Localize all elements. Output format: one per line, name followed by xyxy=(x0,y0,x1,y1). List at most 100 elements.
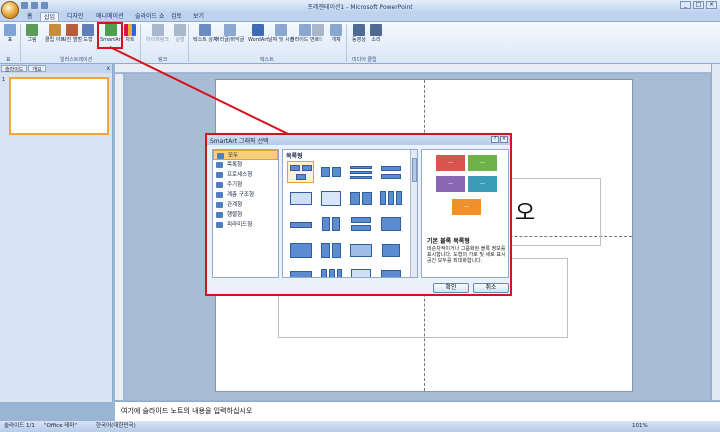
layout-item[interactable] xyxy=(317,265,344,277)
ribbon-tabs: 홈 삽입 디자인 애니메이션 슬라이드 쇼 검토 보기 xyxy=(0,11,720,21)
header-footer-icon xyxy=(223,24,236,36)
layout-item[interactable] xyxy=(287,239,314,261)
category-relationship[interactable]: 관계형 xyxy=(213,200,278,210)
layout-item[interactable] xyxy=(377,239,404,261)
tab-design[interactable]: 디자인 xyxy=(64,12,87,21)
layout-preview: — — — — — 기본 블록 목록형 비순차적이거나 그룹화된 블록 정보를 … xyxy=(421,149,509,278)
status-language: 한국어(대한민국) xyxy=(96,423,136,429)
category-pyramid[interactable]: 피라미드형 xyxy=(213,220,278,230)
clipart-icon xyxy=(49,24,61,36)
layout-item[interactable] xyxy=(317,239,344,261)
category-hierarchy[interactable]: 계층 구조형 xyxy=(213,190,278,200)
picture-icon xyxy=(26,24,38,36)
object-button[interactable]: 개체 xyxy=(330,24,342,43)
maximize-icon[interactable]: □ xyxy=(693,1,704,9)
vertical-ruler xyxy=(115,74,124,400)
layout-item[interactable] xyxy=(347,239,374,261)
layout-item[interactable] xyxy=(317,161,344,183)
minimize-icon[interactable]: _ xyxy=(680,1,691,9)
layout-item[interactable] xyxy=(377,213,404,235)
slides-pane: 슬라이드 개요 x 1 xyxy=(0,64,113,402)
category-list-type[interactable]: 목록형 xyxy=(213,160,278,170)
category-all[interactable]: 모두 xyxy=(213,150,278,160)
office-button[interactable] xyxy=(1,1,19,19)
table-button[interactable]: 표 xyxy=(4,24,16,43)
window-title: 프레젠테이션1 - Microsoft PowerPoint xyxy=(307,4,413,11)
tab-insert[interactable]: 삽입 xyxy=(40,12,60,21)
vertical-scrollbar[interactable] xyxy=(711,64,720,400)
tab-slides[interactable]: 슬라이드 xyxy=(1,65,28,73)
preview-box: — xyxy=(451,198,482,216)
header-footer-button[interactable]: 머리글/바닥글 xyxy=(215,24,244,43)
wordart-button[interactable]: WordArt xyxy=(248,24,268,43)
slide-thumbnail[interactable] xyxy=(9,77,109,135)
notes-placeholder: 여기에 슬라이드 노트의 내용을 입력하십시오 xyxy=(121,407,253,415)
layout-item[interactable] xyxy=(287,187,314,209)
tab-home[interactable]: 홈 xyxy=(24,12,36,21)
notes-pane[interactable]: 여기에 슬라이드 노트의 내용을 입력하십시오 xyxy=(115,401,720,421)
hierarchy-icon xyxy=(216,192,223,198)
layout-item[interactable] xyxy=(377,161,404,183)
layout-item[interactable] xyxy=(377,187,404,209)
layout-gallery: 목록형 xyxy=(282,149,418,278)
chart-button[interactable]: 차트 xyxy=(124,24,136,43)
layout-item[interactable] xyxy=(317,187,344,209)
tab-view[interactable]: 보기 xyxy=(190,12,207,21)
help-icon[interactable]: ? xyxy=(491,136,499,143)
save-icon[interactable] xyxy=(21,2,28,9)
category-matrix[interactable]: 행렬형 xyxy=(213,210,278,220)
tab-animation[interactable]: 애니메이션 xyxy=(93,12,127,21)
matrix-icon xyxy=(216,212,223,218)
all-icon xyxy=(217,153,224,159)
action-icon xyxy=(174,24,186,36)
tab-outline[interactable]: 개요 xyxy=(28,65,46,73)
action-button[interactable]: 실행 xyxy=(174,24,186,43)
close-icon[interactable]: × xyxy=(706,1,717,9)
textbox-button[interactable]: 텍스트 상자 xyxy=(193,24,218,43)
picture-button[interactable]: 그림 xyxy=(26,24,38,43)
category-cycle[interactable]: 주기형 xyxy=(213,180,278,190)
smartart-dialog: SmartArt 그래픽 선택 ? × 모두 목록형 프로세스형 주기형 계층 … xyxy=(205,133,512,296)
symbol-button[interactable]: 기호 xyxy=(312,24,324,43)
title-bar: 프레젠테이션1 - Microsoft PowerPoint _ □ × xyxy=(0,0,720,11)
layout-item[interactable] xyxy=(347,265,374,277)
photo-album-button[interactable]: 사진 앨범 xyxy=(62,24,82,43)
dialog-title-bar: SmartArt 그래픽 선택 ? × xyxy=(207,135,510,145)
layout-item[interactable] xyxy=(347,187,374,209)
gallery-heading: 목록형 xyxy=(286,153,303,160)
group-links: 링크 xyxy=(158,57,168,63)
shapes-icon xyxy=(82,24,94,36)
pyramid-icon xyxy=(216,222,223,228)
preview-box: — xyxy=(467,154,498,172)
placeholder-text: 오 xyxy=(515,201,536,226)
hyperlink-button[interactable]: 하이퍼링크 xyxy=(146,24,169,43)
layout-basic-block-list[interactable] xyxy=(287,161,314,183)
sound-button[interactable]: 소리 xyxy=(370,24,382,43)
ok-button[interactable]: 확인 xyxy=(433,283,469,293)
preview-box: — xyxy=(435,154,466,172)
undo-icon[interactable] xyxy=(31,2,38,9)
group-illustration: 일러스트레이션 xyxy=(60,57,93,63)
tab-slideshow[interactable]: 슬라이드 쇼 xyxy=(132,12,168,21)
gallery-scrollbar[interactable] xyxy=(410,150,417,277)
cancel-button[interactable]: 취소 xyxy=(473,283,509,293)
zoom-level[interactable]: 101% xyxy=(632,421,648,432)
layout-item[interactable] xyxy=(287,213,314,235)
textbox-icon xyxy=(199,24,212,36)
wordart-icon xyxy=(252,24,265,36)
layout-item[interactable] xyxy=(317,213,344,235)
layout-item[interactable] xyxy=(287,265,314,277)
category-process[interactable]: 프로세스형 xyxy=(213,170,278,180)
redo-icon[interactable] xyxy=(41,2,48,9)
layout-item[interactable] xyxy=(347,213,374,235)
layout-item[interactable] xyxy=(377,265,404,277)
close-icon[interactable]: x xyxy=(106,65,110,72)
movie-button[interactable]: 동영상 xyxy=(352,24,366,43)
layout-item[interactable] xyxy=(347,161,374,183)
preview-box: — xyxy=(435,175,466,193)
close-icon[interactable]: × xyxy=(500,136,508,143)
quick-access-toolbar xyxy=(21,2,48,9)
shapes-button[interactable]: 도형 xyxy=(82,24,94,43)
tab-review[interactable]: 검토 xyxy=(168,12,185,21)
cycle-icon xyxy=(216,182,223,188)
